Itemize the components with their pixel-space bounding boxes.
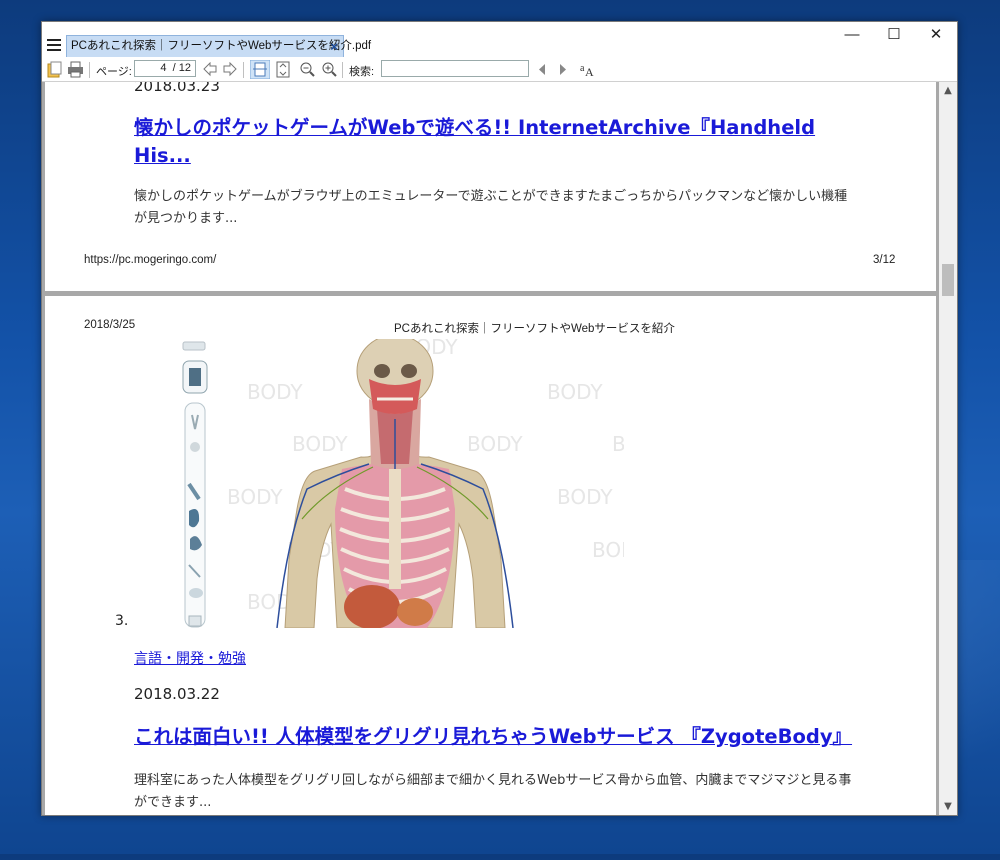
svg-text:BODY: BODY: [547, 380, 603, 404]
svg-text:BODY: BODY: [612, 432, 624, 456]
svg-text:BODY: BODY: [557, 485, 613, 509]
document-tab[interactable]: PCあれこれ探索｜フリーソフトやWebサービスを紹介.pdf ×: [66, 35, 371, 57]
svg-text:BODY: BODY: [592, 538, 624, 562]
tab-close-icon[interactable]: ×: [330, 36, 338, 57]
article-date: 2018.03.22: [134, 685, 220, 703]
page-label: ページ:: [96, 66, 132, 78]
article-headline-link[interactable]: 懐かしのポケットゲームがWebで遊べる!! InternetArchive『Ha…: [134, 114, 815, 170]
hamburger-menu-icon[interactable]: [47, 39, 61, 51]
description-line-1: 懐かしのポケットゲームがブラウザ上のエミュレーターで遊ぶことができますたまごっち…: [134, 189, 848, 204]
minimize-button[interactable]: —: [831, 22, 873, 50]
scroll-up-icon[interactable]: ▲: [939, 82, 957, 99]
scroll-thumb[interactable]: [942, 264, 954, 296]
document-view[interactable]: 2018.03.23 懐かしのポケットゲームがWebで遊べる!! Interne…: [42, 82, 939, 815]
match-case-icon[interactable]: a A: [579, 61, 597, 78]
headline-line-2: His...: [134, 144, 191, 167]
search-next-icon[interactable]: [557, 63, 569, 76]
zygotebody-screenshot-image: BODY BODY BODY BODY BODY BODY BODY BODY …: [137, 339, 624, 628]
footer-url: https://pc.mogeringo.com/: [84, 254, 217, 266]
page-number-field[interactable]: 4 / 12: [134, 60, 196, 77]
article-headline-link[interactable]: これは面白い!! 人体模型をグリグリ見れちゃうWebサービス 『ZygoteBo…: [134, 723, 852, 751]
pdf-page-3: 2018.03.23 懐かしのポケットゲームがWebで遊べる!! Interne…: [45, 82, 936, 291]
svg-text:A: A: [585, 65, 594, 78]
article-description: 懐かしのポケットゲームがブラウザ上のエミュレーターで遊ぶことができますたまごっち…: [134, 186, 847, 230]
page-total-value: / 12: [172, 62, 191, 74]
headline-line-1: 懐かしのポケットゲームがWebで遊べる!! InternetArchive『Ha…: [134, 116, 816, 139]
search-previous-icon[interactable]: [536, 63, 548, 76]
description-line-1: 理科室にあった人体模型をグリグリ回しながら細部まで細かく見れるWebサービス骨か…: [134, 773, 852, 788]
svg-text:BODY: BODY: [467, 432, 523, 456]
close-button[interactable]: ✕: [915, 22, 957, 50]
footer-page-number: 3/12: [873, 254, 896, 266]
vertical-scrollbar[interactable]: ▲ ▼: [939, 82, 957, 815]
title-bar[interactable]: PCあれこれ探索｜フリーソフトやWebサービスを紹介.pdf × — ☐ ✕: [42, 22, 957, 58]
open-file-icon[interactable]: [47, 61, 62, 78]
next-page-icon[interactable]: [222, 62, 238, 77]
article-description: 理科室にあった人体模型をグリグリ回しながら細部まで細かく見れるWebサービス骨か…: [134, 770, 851, 814]
watermark-text: BODY: [247, 380, 303, 404]
svg-text:BODY: BODY: [292, 432, 348, 456]
zygote-sidebar-icons: [182, 341, 208, 628]
zoom-out-icon[interactable]: [299, 61, 316, 78]
zoom-in-icon[interactable]: [321, 61, 338, 78]
page-current-value: 4: [160, 62, 167, 74]
article-date: 2018.03.23: [134, 82, 220, 95]
fit-page-icon[interactable]: [275, 61, 292, 78]
category-link[interactable]: 言語・開発・勉強: [134, 648, 246, 668]
search-label: 検索:: [349, 66, 375, 78]
pdf-viewer-window: PCあれこれ探索｜フリーソフトやWebサービスを紹介.pdf × — ☐ ✕ ペ…: [41, 21, 958, 816]
print-icon[interactable]: [67, 61, 84, 78]
maximize-button[interactable]: ☐: [873, 22, 915, 50]
toolbar: ページ: 4 / 12 検索: a A: [42, 58, 957, 82]
scroll-down-icon[interactable]: ▼: [939, 798, 957, 815]
header-date: 2018/3/25: [84, 319, 136, 331]
pdf-page-4: 2018/3/25 PCあれこれ探索｜フリーソフトやWebサービスを紹介 BOD…: [45, 296, 936, 815]
description-line-2: が見つかります...: [134, 211, 238, 226]
svg-text:BODY: BODY: [227, 485, 283, 509]
search-input[interactable]: [381, 60, 529, 77]
fit-width-icon[interactable]: [250, 60, 270, 79]
description-line-2: ができます...: [134, 795, 212, 810]
list-number: 3.: [115, 613, 129, 629]
previous-page-icon[interactable]: [202, 62, 218, 77]
header-title: PCあれこれ探索｜フリーソフトやWebサービスを紹介: [394, 323, 675, 335]
document-tab-title: PCあれこれ探索｜フリーソフトやWebサービスを紹介.pdf: [71, 40, 372, 52]
